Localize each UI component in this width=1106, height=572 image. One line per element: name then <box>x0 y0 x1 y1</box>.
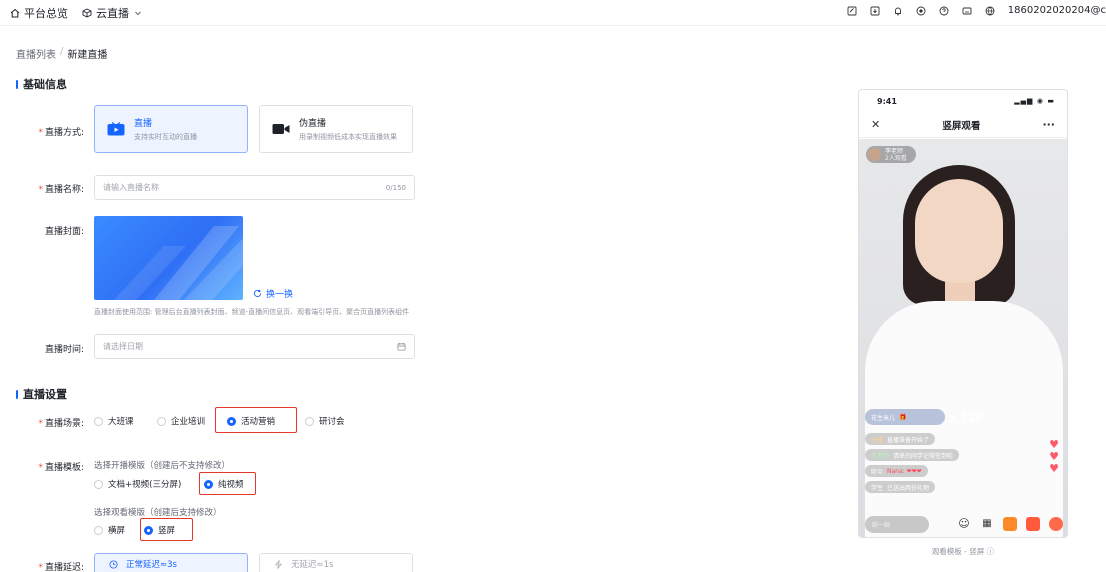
hearts-icon: ♥ ♥ ♥ <box>1049 438 1059 475</box>
live-time-placeholder: 请选择日期 <box>103 342 143 351</box>
mode-option-pseudo-live[interactable]: 伪直播 用录制视频低成本实现直播效果 <box>259 105 413 153</box>
like-icon <box>1049 517 1063 531</box>
cover-image <box>94 216 243 300</box>
host-tag: 李老师 2人观看 <box>866 146 916 163</box>
nav-platform-overview[interactable]: 平台总览 <box>10 5 68 21</box>
host-viewers: 2人观看 <box>885 154 907 162</box>
gift-button-icon <box>1003 517 1017 531</box>
chevron-down-icon <box>135 11 141 16</box>
download-icon[interactable] <box>870 6 880 16</box>
scene-highlight-box <box>215 407 297 433</box>
flash-icon <box>275 559 282 569</box>
help-icon[interactable] <box>939 6 949 16</box>
mode-option-live-title: 直播 <box>134 119 153 129</box>
gift-count: x 126 <box>949 411 983 424</box>
delay-option-normal-label: 正常延迟≈3s <box>126 560 177 570</box>
delay-option-none[interactable]: 无延迟≈1s <box>259 553 413 572</box>
breadcrumb-separator: / <box>60 46 64 57</box>
top-actions: 1860202020204@c <box>847 5 1106 16</box>
section-title-basic: 基础信息 <box>16 76 67 92</box>
chat-input: 聊一聊 <box>865 515 929 533</box>
scene-option-class[interactable]: 大班课 <box>94 415 157 427</box>
host-face <box>915 179 1003 283</box>
open-template-highlight-box <box>199 472 256 495</box>
template-label: * 直播模板: <box>38 463 84 473</box>
live-name-placeholder: 请输入直播名称 <box>103 183 159 192</box>
delay-label: * 直播延迟: <box>38 563 84 572</box>
phone-action-buttons: ☺ ▦ <box>957 517 1063 531</box>
video-camera-icon <box>272 124 290 134</box>
host-name: 李老师 <box>885 147 904 155</box>
live-time-picker[interactable]: 请选择日期 <box>94 334 415 359</box>
watch-template-hint: 选择观看模版（创建后支持修改） <box>94 508 222 518</box>
time-label: 直播时间: <box>44 345 84 355</box>
delay-option-none-label: 无延迟≈1s <box>291 560 334 570</box>
clock-icon <box>109 559 118 569</box>
signal-battery-icon: ▂▄▆ ◉ ▬ <box>1014 97 1055 105</box>
name-label: * 直播名称: <box>38 185 84 195</box>
phone-time: 9:41 <box>877 96 897 106</box>
open-template-hint: 选择开播模版（创建后不支持修改） <box>94 461 231 471</box>
edit-icon[interactable] <box>847 6 857 16</box>
mode-option-pseudo-title: 伪直播 <box>299 119 327 129</box>
home-icon <box>10 8 20 18</box>
cover-swap-button[interactable]: 换一换 <box>253 287 293 300</box>
cover-label: 直播封面: <box>44 227 84 237</box>
record-icon[interactable] <box>916 6 926 16</box>
scene-label: * 直播场景: <box>38 419 84 429</box>
open-template-three-split[interactable]: 文档+视频(三分屏) <box>94 478 204 490</box>
cover-swap-label: 换一换 <box>266 290 294 300</box>
nav-platform-overview-label: 平台总览 <box>24 7 68 20</box>
tv-icon <box>107 122 125 136</box>
live-name-char-count: 0/150 <box>385 183 406 192</box>
calendar-icon <box>397 342 406 351</box>
chat-message: 王老师 请来的同学记得签到啦 <box>865 449 960 461</box>
cover-pattern <box>114 226 243 300</box>
section-title-settings: 直播设置 <box>16 386 67 402</box>
cube-icon <box>82 8 92 18</box>
nav-cloud-live-label: 云直播 <box>96 7 129 20</box>
breadcrumb-parent[interactable]: 直播列表 <box>16 46 56 61</box>
close-icon: ✕ <box>871 118 881 131</box>
host-avatar <box>868 148 881 161</box>
watch-template-landscape[interactable]: 横屏 <box>94 524 144 536</box>
account-name[interactable]: 1860202020204@c <box>1008 5 1106 16</box>
bell-icon[interactable] <box>893 6 903 16</box>
mode-option-live-desc: 支持实时互动的直播 <box>134 133 197 141</box>
live-name-input[interactable]: 请输入直播名称 0/150 <box>94 175 415 200</box>
more-icon: ··· <box>1042 118 1055 131</box>
refresh-icon <box>253 289 262 297</box>
chat-message: 学生 已送出两份礼物 <box>865 481 936 493</box>
grid-icon: ▦ <box>982 518 992 529</box>
breadcrumb: 直播列表 / 新建直播 <box>16 46 107 61</box>
scene-option-seminar[interactable]: 研讨会 <box>305 415 345 427</box>
live-stage: 李老师 2人观看 花生米儿 🎁 x 126 主播 直播准备开始了 王老师 请来的同学… <box>859 139 1067 537</box>
shop-icon <box>1026 517 1040 531</box>
chat-message: 主播 直播准备开始了 <box>865 433 936 445</box>
preview-caption: 观看模板 - 竖屏 ⓘ <box>931 547 995 556</box>
cover-hint: 直播封面使用范围: 管理后台直播列表封面、频道-直播间信息页、观看端引导页、聚合… <box>94 308 410 316</box>
mode-option-live[interactable]: 直播 支持实时互动的直播 <box>94 105 248 153</box>
top-nav: 平台总览 云直播 <box>10 5 160 21</box>
phone-preview: 9:41 ▂▄▆ ◉ ▬ ✕ 竖屏观看 ··· 李老师 2人观看 花生米儿 🎁 … <box>858 89 1068 538</box>
phone-status-bar: 9:41 ▂▄▆ ◉ ▬ <box>859 90 1067 112</box>
watch-template-highlight-box <box>140 518 193 541</box>
phone-title-bar: ✕ 竖屏观看 ··· <box>859 112 1067 138</box>
mode-label: * 直播方式: <box>38 128 84 138</box>
globe-icon[interactable] <box>985 6 995 16</box>
keyboard-icon[interactable] <box>962 6 972 16</box>
emoji-icon: ☺ <box>958 517 970 530</box>
delay-option-normal[interactable]: 正常延迟≈3s <box>94 553 248 572</box>
chat-message: 听众 Nana: ❤❤❤ <box>865 465 928 477</box>
gift-icon: 🎁 <box>899 413 907 421</box>
nav-cloud-live[interactable]: 云直播 <box>82 5 146 21</box>
mode-option-pseudo-desc: 用录制视频低成本实现直播效果 <box>299 133 397 141</box>
phone-action-bar: 聊一聊 ☺ ▦ <box>859 509 1067 537</box>
breadcrumb-current: 新建直播 <box>67 50 108 61</box>
top-nav-bar: 平台总览 云直播 1860202020204@c <box>0 0 1106 26</box>
gift-banner: 花生米儿 🎁 <box>865 409 945 425</box>
phone-title: 竖屏观看 <box>942 120 981 132</box>
